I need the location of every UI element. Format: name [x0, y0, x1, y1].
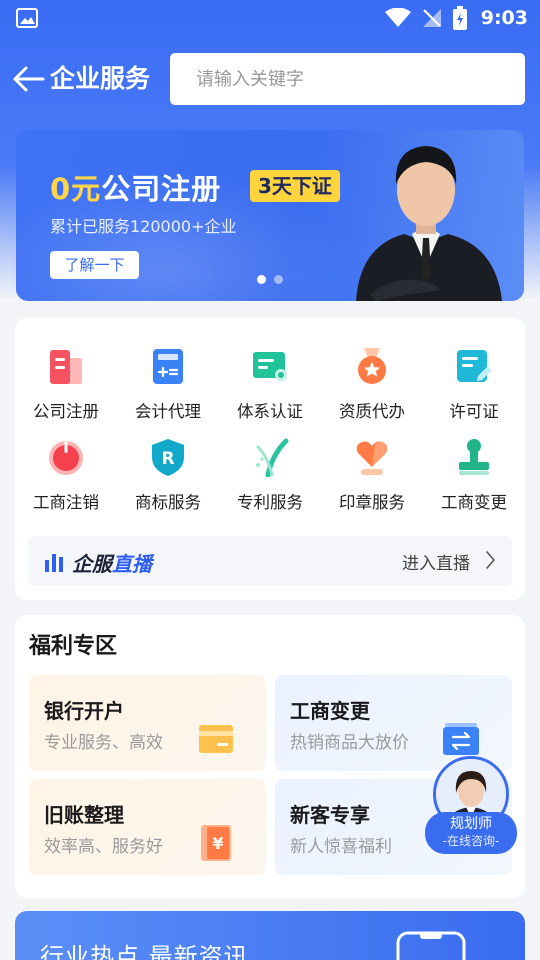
medal-icon [358, 348, 386, 384]
service-seal[interactable]: 印章服务 [321, 437, 423, 514]
status-bar: 9:03 [0, 0, 540, 36]
trademark-shield-icon: R [152, 439, 184, 476]
service-label: 工商注销 [33, 493, 99, 512]
battery-icon [452, 6, 467, 30]
welfare-tile-bank-account[interactable]: 银行开户 专业服务、高效 [29, 675, 266, 771]
svg-text:R: R [161, 449, 174, 469]
service-patent[interactable]: 专利服务 [219, 437, 321, 514]
app-header: 企业服务 [0, 52, 540, 106]
live-stream-entry[interactable]: 企服直播 进入直播 [28, 536, 512, 586]
service-company-registration[interactable]: 公司注册 [15, 346, 117, 423]
service-label: 资质代办 [339, 402, 405, 421]
banner-title: 0元公司注册 [50, 166, 221, 208]
clock: 9:03 [480, 7, 528, 29]
stamp-icon [459, 439, 489, 475]
tile-name: 旧账整理 [44, 803, 124, 827]
tile-desc: 新人惊喜福利 [290, 837, 392, 857]
tile-desc: 效率高、服务好 [44, 837, 163, 857]
planner-name: 规划师 [450, 816, 492, 832]
svg-text:¥: ¥ [212, 834, 223, 853]
service-system-certification[interactable]: 体系认证 [219, 346, 321, 423]
consultant-photo [356, 146, 502, 301]
no-signal-icon [422, 9, 441, 27]
service-trademark[interactable]: R 商标服务 [117, 437, 219, 514]
chevron-right-icon [486, 551, 495, 569]
service-label: 工商变更 [441, 493, 507, 512]
tile-name: 工商变更 [290, 699, 370, 723]
license-icon [457, 350, 492, 382]
banner-badge: 3天下证 [250, 170, 340, 202]
planner-sub: -在线咨询- [442, 834, 500, 848]
heart-seal-icon [356, 441, 388, 475]
news-banner-title: 行业热点 最新资讯 [40, 943, 249, 960]
banner-pagination [257, 275, 283, 284]
live-title-b: 直播 [112, 552, 152, 576]
tile-desc: 热销商品大放价 [290, 733, 409, 753]
service-label: 商标服务 [135, 493, 201, 512]
service-qualification-agency[interactable]: 资质代办 [321, 346, 423, 423]
banner-title-rest: 公司注册 [101, 172, 222, 206]
yen-ledger-icon: ¥ [201, 825, 231, 861]
exchange-icon [443, 723, 479, 755]
service-accounting-agency[interactable]: 会计代理 [117, 346, 219, 423]
news-banner[interactable]: 行业热点 最新资讯 [15, 911, 525, 960]
service-business-change[interactable]: 工商变更 [423, 437, 525, 514]
service-label: 专利服务 [237, 493, 303, 512]
tile-desc: 专业服务、高效 [44, 733, 163, 753]
patent-icon [256, 438, 289, 478]
learn-more-button[interactable]: 了解一下 [50, 251, 139, 279]
building-icon [50, 350, 82, 384]
pagination-dot[interactable] [274, 275, 283, 284]
enter-live-label: 进入直播 [402, 554, 470, 574]
service-business-deregistration[interactable]: 工商注销 [15, 437, 117, 514]
service-label: 会计代理 [135, 402, 201, 421]
search-input[interactable] [170, 53, 525, 105]
gallery-notification-icon [16, 8, 38, 28]
power-icon [49, 441, 83, 475]
live-bars-icon [45, 554, 63, 572]
live-title: 企服直播 [72, 548, 152, 577]
banner-subtitle: 累计已服务120000+企业 [50, 217, 237, 236]
page-title: 企业服务 [50, 64, 151, 93]
service-label: 体系认证 [237, 402, 303, 421]
service-grid: 公司注册 会计代理 体系认证 资质代办 许可证 工商注销 R 商标服务 专利服务… [15, 346, 525, 514]
service-label: 许可证 [449, 402, 499, 421]
welfare-tile-old-accounts[interactable]: 旧账整理 效率高、服务好 ¥ [29, 779, 266, 875]
calculator-icon [153, 349, 183, 384]
services-card: 公司注册 会计代理 体系认证 资质代办 许可证 工商注销 R 商标服务 专利服务… [15, 318, 525, 600]
banner-title-highlight: 0元 [50, 172, 102, 206]
back-arrow-icon[interactable] [12, 64, 46, 94]
certificate-icon [253, 352, 287, 381]
promo-banner[interactable]: 0元公司注册 3天下证 累计已服务120000+企业 了解一下 [16, 130, 524, 301]
tile-name: 新客专享 [290, 803, 370, 827]
tile-name: 银行开户 [44, 699, 124, 723]
pagination-dot-active[interactable] [257, 275, 266, 284]
wifi-icon [384, 8, 411, 27]
service-license[interactable]: 许可证 [423, 346, 525, 423]
welfare-title: 福利专区 [29, 634, 118, 659]
planner-consult-button[interactable]: 规划师 -在线咨询- [425, 756, 519, 856]
service-label: 公司注册 [33, 402, 99, 421]
bank-card-icon [199, 725, 233, 753]
service-label: 印章服务 [339, 493, 405, 512]
live-title-a: 企服 [72, 552, 112, 576]
planner-tag: 规划师 -在线咨询- [425, 812, 517, 854]
phone-illustration-icon [396, 931, 466, 960]
